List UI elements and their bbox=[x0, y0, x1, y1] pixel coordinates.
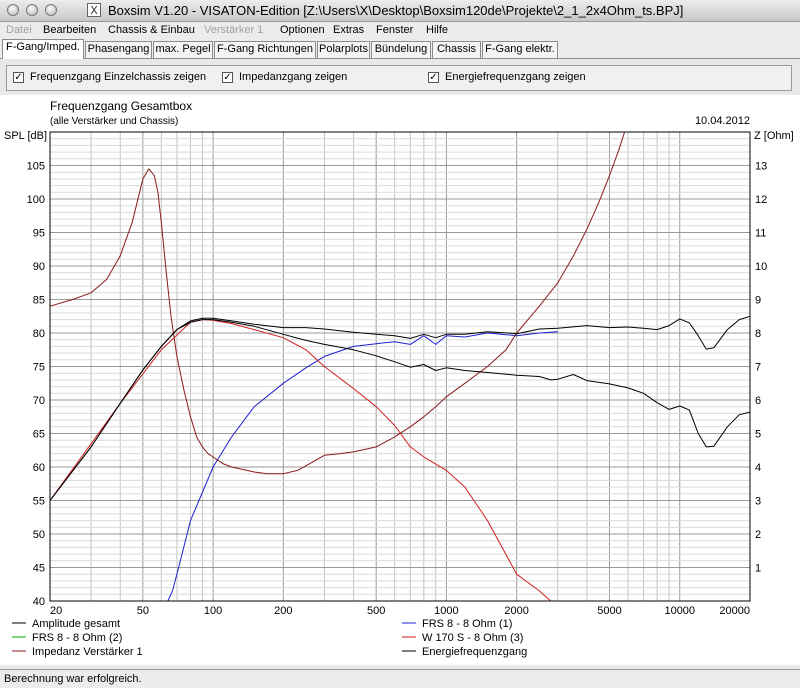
options-panel: ✓ Frequenzgang Einzelchassis zeigen ✓ Im… bbox=[6, 65, 792, 91]
checkbox-impedanz[interactable]: ✓ bbox=[222, 72, 233, 83]
menu-extras[interactable]: Extras bbox=[333, 24, 364, 36]
window-title: Boxsim V1.20 - VISATON-Edition [Z:\Users… bbox=[108, 3, 684, 18]
tab-bar: F-Gang/Imped. Phasengang max. Pegel F-Ga… bbox=[0, 39, 800, 59]
y-tick-label: 50 bbox=[33, 529, 45, 541]
x-tick-label: 50 bbox=[137, 605, 149, 617]
x-tick-label: 100 bbox=[204, 605, 222, 617]
legend-label: Impedanz Verstärker 1 bbox=[32, 646, 143, 658]
checkbox-energiefrequenz[interactable]: ✓ bbox=[428, 72, 439, 83]
window-close-button[interactable] bbox=[7, 4, 19, 16]
y-tick-label: 60 bbox=[33, 462, 45, 474]
legend-label: FRS 8 - 8 Ohm (1) bbox=[422, 618, 512, 630]
y2-axis-label: Z [Ohm] bbox=[754, 130, 794, 142]
y-tick-label: 65 bbox=[33, 429, 45, 441]
tab-max-pegel[interactable]: max. Pegel bbox=[153, 41, 213, 58]
y2-tick-label: 11 bbox=[755, 228, 766, 240]
checkbox-impedanz-label: Impedanzgang zeigen bbox=[239, 71, 348, 83]
window-zoom-button[interactable] bbox=[45, 4, 57, 16]
checkbox-einzelchassis[interactable]: ✓ bbox=[13, 72, 24, 83]
tab-fgang-elektr[interactable]: F-Gang elektr. bbox=[482, 41, 558, 58]
y-tick-label: 85 bbox=[33, 295, 45, 307]
tab-chassis[interactable]: Chassis bbox=[432, 41, 481, 58]
y-tick-label: 45 bbox=[33, 563, 45, 575]
x11-app-icon: X bbox=[87, 3, 101, 17]
legend-label: FRS 8 - 8 Ohm (2) bbox=[32, 632, 122, 644]
menu-optionen[interactable]: Optionen bbox=[280, 24, 325, 36]
tab-phasengang[interactable]: Phasengang bbox=[85, 41, 152, 58]
x-tick-label: 200 bbox=[274, 605, 292, 617]
title-bar: X Boxsim V1.20 - VISATON-Edition [Z:\Use… bbox=[0, 0, 800, 22]
status-bar: Berechnung war erfolgreich. bbox=[0, 669, 800, 688]
x-tick-label: 20 bbox=[50, 605, 62, 617]
y2-tick-label: 3 bbox=[755, 496, 761, 508]
y-tick-label: 55 bbox=[33, 496, 45, 508]
y2-tick-label: 9 bbox=[755, 295, 761, 307]
x-tick-label: 20000 bbox=[719, 605, 750, 617]
y2-tick-label: 12 bbox=[755, 194, 767, 206]
y-axis-label: SPL [dB] bbox=[4, 130, 47, 142]
y2-tick-label: 5 bbox=[755, 429, 761, 441]
legend-label: W 170 S - 8 Ohm (3) bbox=[422, 632, 523, 644]
y2-tick-label: 8 bbox=[755, 328, 761, 340]
tab-fgang-richtungen[interactable]: F-Gang Richtungen bbox=[214, 41, 316, 58]
y2-tick-label: 4 bbox=[755, 462, 761, 474]
tab-fgang-imped[interactable]: F-Gang/Imped. bbox=[2, 39, 84, 59]
chart-title: Frequenzgang Gesamtbox bbox=[50, 99, 192, 113]
x-tick-label: 2000 bbox=[504, 605, 528, 617]
y2-tick-label: 7 bbox=[755, 362, 761, 374]
y-tick-label: 70 bbox=[33, 395, 45, 407]
checkbox-energiefrequenz-label: Energiefrequenzgang zeigen bbox=[445, 71, 586, 83]
menu-verstaerker[interactable]: Verstärker 1 bbox=[204, 24, 263, 36]
menu-datei[interactable]: Datei bbox=[6, 24, 32, 36]
menu-hilfe[interactable]: Hilfe bbox=[426, 24, 448, 36]
menu-bearbeiten[interactable]: Bearbeiten bbox=[43, 24, 96, 36]
y-tick-label: 90 bbox=[33, 261, 45, 273]
menu-bar: Datei Bearbeiten Chassis & Einbau Verstä… bbox=[0, 22, 800, 39]
menu-chassis-einbau[interactable]: Chassis & Einbau bbox=[108, 24, 195, 36]
x-tick-label: 1000 bbox=[434, 605, 458, 617]
y-tick-label: 95 bbox=[33, 228, 45, 240]
legend-label: Amplitude gesamt bbox=[32, 618, 120, 630]
y-tick-label: 100 bbox=[27, 194, 45, 206]
tab-buendelung[interactable]: Bündelung bbox=[371, 41, 431, 58]
window-minimize-button[interactable] bbox=[26, 4, 38, 16]
chart-area: Frequenzgang Gesamtbox (alle Verstärker … bbox=[0, 95, 800, 665]
y2-tick-label: 10 bbox=[755, 261, 767, 273]
y2-tick-label: 1 bbox=[755, 563, 761, 575]
y-tick-label: 75 bbox=[33, 362, 45, 374]
checkbox-einzelchassis-label: Frequenzgang Einzelchassis zeigen bbox=[30, 71, 207, 83]
legend-label: Energiefrequenzgang bbox=[422, 646, 527, 658]
status-text: Berechnung war erfolgreich. bbox=[4, 673, 142, 685]
y-tick-label: 80 bbox=[33, 328, 45, 340]
x-tick-label: 500 bbox=[367, 605, 385, 617]
frequency-response-chart: Frequenzgang Gesamtbox (alle Verstärker … bbox=[0, 95, 800, 665]
x-tick-label: 5000 bbox=[597, 605, 621, 617]
menu-fenster[interactable]: Fenster bbox=[376, 24, 413, 36]
y-tick-label: 40 bbox=[33, 596, 45, 608]
y2-tick-label: 2 bbox=[755, 529, 761, 541]
tab-polarplots[interactable]: Polarplots bbox=[317, 41, 370, 58]
y2-tick-label: 6 bbox=[755, 395, 761, 407]
x-tick-label: 10000 bbox=[664, 605, 695, 617]
y2-tick-label: 13 bbox=[755, 161, 767, 173]
y-tick-label: 105 bbox=[27, 161, 45, 173]
chart-subtitle: (alle Verstärker und Chassis) bbox=[50, 116, 178, 127]
chart-date: 10.04.2012 bbox=[695, 115, 750, 127]
